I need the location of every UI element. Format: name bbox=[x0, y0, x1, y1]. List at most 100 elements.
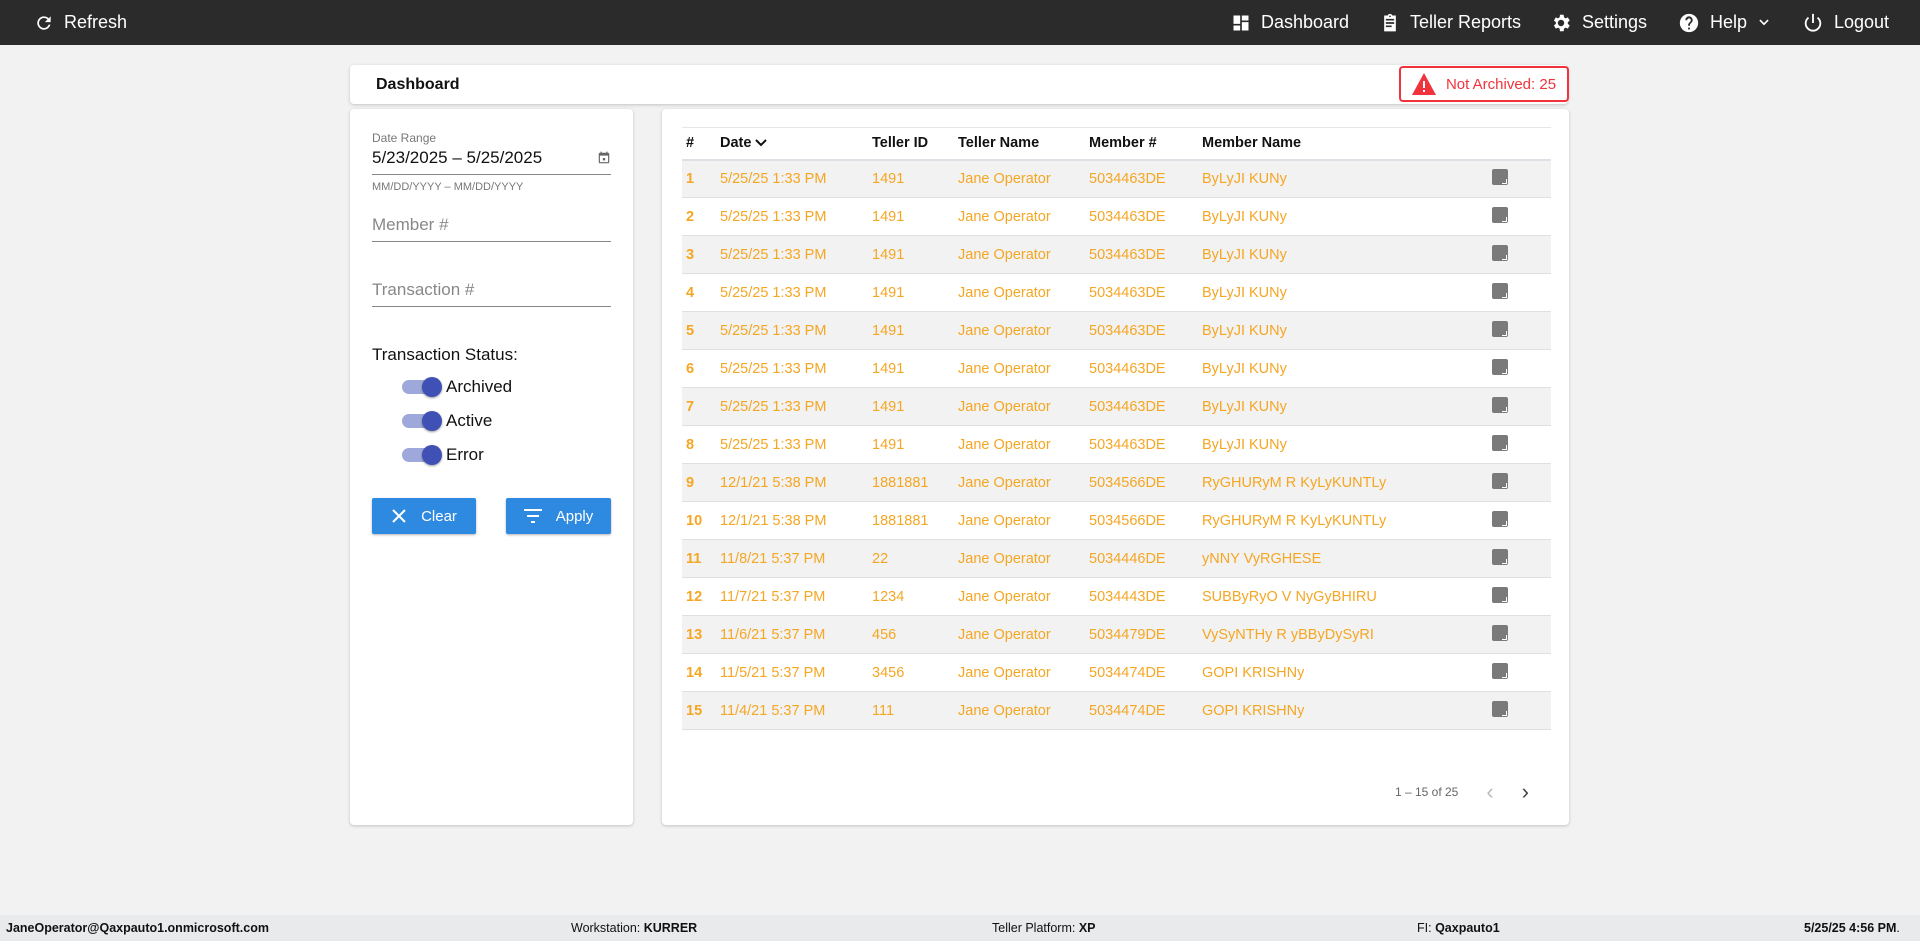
status-footer: JaneOperator@Qaxpauto1.onmicrosoft.com W… bbox=[0, 915, 1920, 941]
note-icon[interactable] bbox=[1492, 282, 1508, 299]
note-icon[interactable] bbox=[1492, 358, 1508, 375]
cell-teller-name: Jane Operator bbox=[954, 501, 1085, 540]
cell-notes bbox=[1488, 577, 1551, 616]
note-icon[interactable] bbox=[1492, 320, 1508, 337]
cell-member-number: 5034463DE bbox=[1085, 197, 1198, 236]
table-row[interactable]: 6 5/25/25 1:33 PM 1491 Jane Operator 5034463… bbox=[682, 349, 1551, 388]
cell-notes bbox=[1488, 311, 1551, 350]
cell-teller-name: Jane Operator bbox=[954, 273, 1085, 312]
next-page-button[interactable]: › bbox=[1522, 779, 1529, 805]
cell-teller-name: Jane Operator bbox=[954, 159, 1085, 198]
calendar-icon[interactable] bbox=[597, 151, 611, 165]
cell-member-number: 5034566DE bbox=[1085, 501, 1198, 540]
nav-settings[interactable]: Settings bbox=[1550, 0, 1647, 45]
cell-notes bbox=[1488, 615, 1551, 654]
cell-teller-id: 3456 bbox=[868, 653, 954, 692]
nav-dashboard[interactable]: Dashboard bbox=[1231, 0, 1349, 45]
prev-page-button[interactable]: ‹ bbox=[1486, 779, 1493, 805]
table-row[interactable]: 14 11/5/21 5:37 PM 3456 Jane Operator 503447… bbox=[682, 653, 1551, 692]
note-icon[interactable] bbox=[1492, 472, 1508, 489]
cell-teller-name: Jane Operator bbox=[954, 615, 1085, 654]
cell-index: 3 bbox=[682, 235, 716, 274]
transactions-table: # Date Teller ID Teller Name Member # Member… bbox=[682, 127, 1551, 730]
footer-datetime: 5/25/25 4:56 PM bbox=[1804, 921, 1897, 935]
table-row[interactable]: 7 5/25/25 1:33 PM 1491 Jane Operator 5034463… bbox=[682, 387, 1551, 426]
footer-platform: XP bbox=[1078, 921, 1096, 935]
note-icon[interactable] bbox=[1492, 206, 1508, 223]
cell-teller-name: Jane Operator bbox=[954, 691, 1085, 730]
note-icon[interactable] bbox=[1492, 662, 1508, 679]
column-header-4: Member # bbox=[1085, 127, 1198, 161]
toggle-archived[interactable]: Archived bbox=[402, 377, 512, 397]
nav-teller-reports[interactable]: Teller Reports bbox=[1380, 0, 1521, 45]
cell-teller-name: Jane Operator bbox=[954, 197, 1085, 236]
date-range-input[interactable]: 5/23/2025 – 5/25/2025 bbox=[372, 148, 542, 168]
logout-button[interactable]: Logout bbox=[1802, 0, 1889, 45]
note-icon[interactable] bbox=[1492, 244, 1508, 261]
cell-notes bbox=[1488, 463, 1551, 502]
table-row[interactable]: 3 5/25/25 1:33 PM 1491 Jane Operator 5034463… bbox=[682, 235, 1551, 274]
refresh-icon bbox=[37, 15, 51, 30]
cell-teller-id: 22 bbox=[868, 539, 954, 578]
paginator: 1 – 15 of 25 ‹ › bbox=[1395, 779, 1529, 805]
cell-index: 1 bbox=[682, 159, 716, 198]
table-row[interactable]: 4 5/25/25 1:33 PM 1491 Jane Operator 5034463… bbox=[682, 273, 1551, 312]
cell-date: 11/5/21 5:37 PM bbox=[716, 653, 868, 692]
toggle-error[interactable]: Error bbox=[402, 445, 484, 465]
note-icon[interactable] bbox=[1492, 548, 1508, 565]
transactions-card: # Date Teller ID Teller Name Member # Member… bbox=[662, 109, 1569, 825]
note-icon[interactable] bbox=[1492, 168, 1508, 185]
table-row[interactable]: 5 5/25/25 1:33 PM 1491 Jane Operator 5034463… bbox=[682, 311, 1551, 350]
note-icon[interactable] bbox=[1492, 396, 1508, 413]
column-header-3: Teller Name bbox=[954, 127, 1085, 161]
refresh-button[interactable]: Refresh bbox=[34, 0, 127, 45]
cell-index: 2 bbox=[682, 197, 716, 236]
transaction-number-input[interactable]: Transaction # bbox=[372, 280, 611, 307]
note-icon[interactable] bbox=[1492, 434, 1508, 451]
sort-desc-icon[interactable] bbox=[755, 138, 768, 148]
table-row[interactable]: 12 11/7/21 5:37 PM 1234 Jane Operator 503444… bbox=[682, 577, 1551, 616]
column-header-1[interactable]: Date bbox=[716, 127, 868, 161]
note-icon[interactable] bbox=[1492, 624, 1508, 641]
cell-teller-id: 1881881 bbox=[868, 501, 954, 540]
transaction-status-label: Transaction Status: bbox=[372, 345, 518, 364]
table-row[interactable]: 9 12/1/21 5:38 PM 1881881 Jane Operator 5034… bbox=[682, 463, 1551, 502]
cell-member-number: 5034463DE bbox=[1085, 311, 1198, 350]
toggle-active[interactable]: Active bbox=[402, 411, 492, 431]
note-icon[interactable] bbox=[1492, 586, 1508, 603]
footer-user: JaneOperator@Qaxpauto1.onmicrosoft.com bbox=[6, 921, 269, 935]
cell-member-name: ByLyJI KUNy bbox=[1198, 197, 1488, 236]
note-icon[interactable] bbox=[1492, 510, 1508, 527]
cell-notes bbox=[1488, 501, 1551, 540]
table-row[interactable]: 11 11/8/21 5:37 PM 22 Jane Operator 5034446D… bbox=[682, 539, 1551, 578]
nav-help[interactable]: Help bbox=[1678, 0, 1771, 45]
table-row[interactable]: 1 5/25/25 1:33 PM 1491 Jane Operator 5034463… bbox=[682, 159, 1551, 198]
cell-member-name: ByLyJI KUNy bbox=[1198, 425, 1488, 464]
cell-member-name: GOPI KRISHNy bbox=[1198, 653, 1488, 692]
clear-button[interactable]: Clear bbox=[372, 498, 476, 534]
apply-button[interactable]: Apply bbox=[506, 498, 611, 534]
table-row[interactable]: 8 5/25/25 1:33 PM 1491 Jane Operator 5034463… bbox=[682, 425, 1551, 464]
cell-member-number: 5034463DE bbox=[1085, 273, 1198, 312]
table-row[interactable]: 10 12/1/21 5:38 PM 1881881 Jane Operator 503… bbox=[682, 501, 1551, 540]
table-row[interactable]: 15 11/4/21 5:37 PM 111 Jane Operator 5034474… bbox=[682, 691, 1551, 730]
cell-member-number: 5034463DE bbox=[1085, 159, 1198, 198]
cell-index: 12 bbox=[682, 577, 716, 616]
cell-member-name: ByLyJI KUNy bbox=[1198, 311, 1488, 350]
cell-notes bbox=[1488, 387, 1551, 426]
cell-member-name: ByLyJI KUNy bbox=[1198, 159, 1488, 198]
note-icon[interactable] bbox=[1492, 700, 1508, 717]
member-number-input[interactable]: Member # bbox=[372, 215, 611, 242]
cell-member-number: 5034566DE bbox=[1085, 463, 1198, 502]
not-archived-badge[interactable]: Not Archived: 25 bbox=[1399, 66, 1569, 102]
date-range-field[interactable]: Date Range 5/23/2025 – 5/25/2025 MM/DD/Y… bbox=[372, 131, 611, 193]
cell-date: 5/25/25 1:33 PM bbox=[716, 349, 868, 388]
cell-notes bbox=[1488, 197, 1551, 236]
cell-teller-id: 1491 bbox=[868, 425, 954, 464]
cell-member-name: VySyNTHy R yBByDySyRI bbox=[1198, 615, 1488, 654]
cell-member-number: 5034446DE bbox=[1085, 539, 1198, 578]
column-header-5: Member Name bbox=[1198, 127, 1488, 161]
cell-member-name: ByLyJI KUNy bbox=[1198, 349, 1488, 388]
table-row[interactable]: 2 5/25/25 1:33 PM 1491 Jane Operator 5034463… bbox=[682, 197, 1551, 236]
table-row[interactable]: 13 11/6/21 5:37 PM 456 Jane Operator 5034479… bbox=[682, 615, 1551, 654]
